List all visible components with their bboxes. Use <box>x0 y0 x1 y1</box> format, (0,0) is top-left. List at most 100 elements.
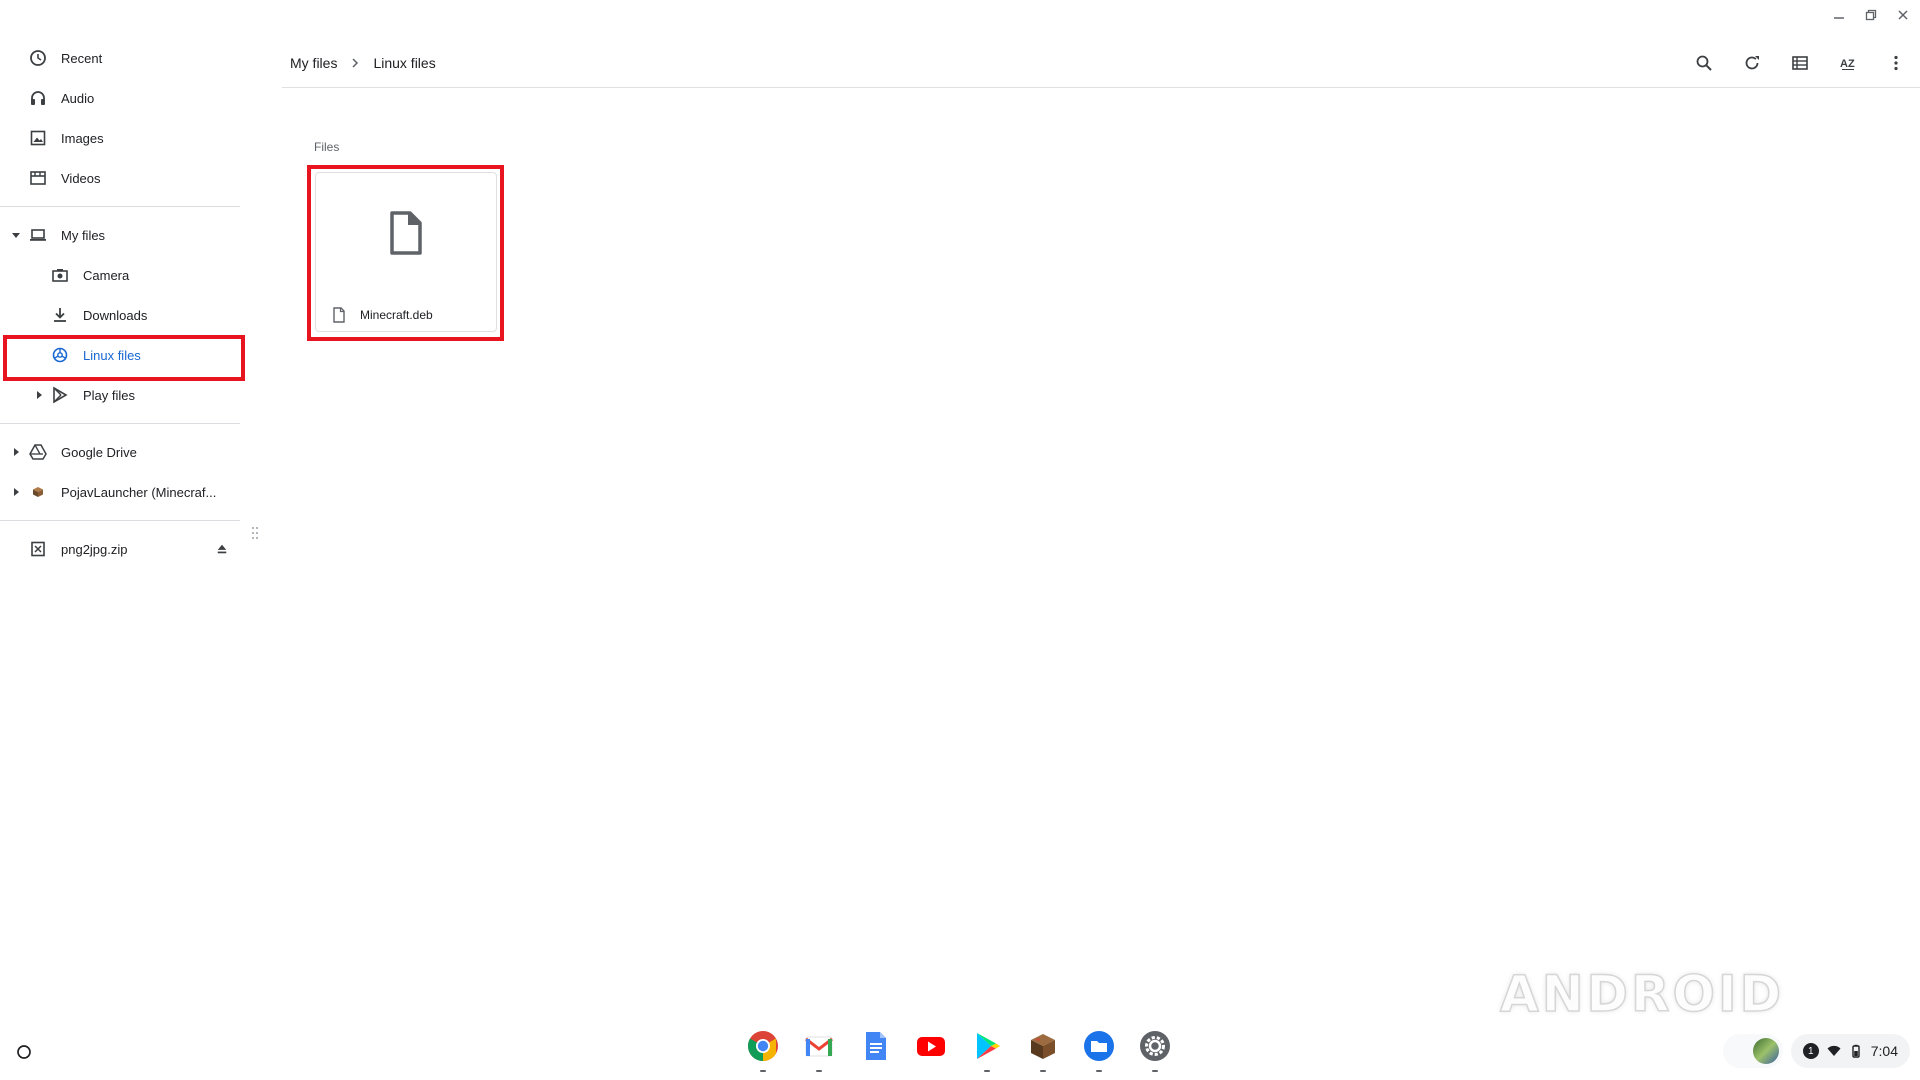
file-name: Minecraft.deb <box>360 308 433 322</box>
file-icon <box>333 307 345 323</box>
sidebar-item-linux-files[interactable]: Linux files <box>0 335 245 375</box>
sidebar-item-label: PojavLauncher (Minecraf... <box>61 484 217 500</box>
sidebar-item-label: Camera <box>83 267 130 283</box>
launcher-icon <box>17 1045 31 1059</box>
shelf-app-minecraft[interactable] <box>1025 1028 1061 1072</box>
sidebar-item-camera[interactable]: Camera <box>0 255 245 295</box>
minecraft-icon <box>1031 1034 1055 1059</box>
shelf-app-chrome[interactable] <box>745 1028 781 1072</box>
chevron-right-icon[interactable] <box>11 447 21 457</box>
sidebar-item-label: Play files <box>83 387 136 403</box>
eject-icon[interactable] <box>215 542 229 556</box>
sidebar-item-play-files[interactable]: Play files <box>0 375 245 415</box>
clock-time: 7:04 <box>1870 1043 1898 1059</box>
chevron-right-icon[interactable] <box>34 390 44 400</box>
sidebar-divider <box>0 206 240 207</box>
settings-icon <box>1140 1031 1170 1061</box>
shelf-app-play-store[interactable] <box>969 1028 1005 1072</box>
header: My files Linux files AZ <box>282 38 1920 88</box>
clock-icon <box>27 47 49 69</box>
list-view-button[interactable] <box>1786 49 1814 77</box>
file-thumbnail <box>316 173 496 293</box>
sidebar-item-label: Recent <box>61 50 103 66</box>
holding-space-thumbnail <box>1752 1038 1779 1064</box>
sort-icon: AZ <box>1840 58 1855 70</box>
running-indicator <box>1096 1070 1102 1072</box>
more-options-icon <box>1894 55 1898 71</box>
files-icon <box>1084 1031 1114 1061</box>
file-tile-minecraft-deb[interactable]: Minecraft.deb <box>315 172 497 332</box>
sort-button[interactable]: AZ <box>1834 49 1862 77</box>
sidebar-item-pojavlauncher[interactable]: PojavLauncher (Minecraf... <box>0 472 245 512</box>
sidebar-item-label: My files <box>61 227 106 243</box>
section-label-files: Files <box>314 140 340 154</box>
sidebar-item-label: Images <box>61 130 104 146</box>
breadcrumb: My files Linux files <box>282 55 436 71</box>
window-controls <box>1830 6 1912 24</box>
linux-icon <box>49 344 71 366</box>
battery-icon <box>1852 1044 1860 1058</box>
sidebar-item-recent[interactable]: Recent <box>0 38 245 78</box>
shelf-app-files[interactable] <box>1081 1028 1117 1072</box>
sidebar-item-downloads[interactable]: Downloads <box>0 295 245 335</box>
running-indicator <box>1040 1070 1046 1072</box>
shelf-app-gmail[interactable] <box>801 1028 837 1072</box>
holding-space[interactable] <box>1722 1034 1783 1068</box>
zip-icon <box>27 538 49 560</box>
gmail-icon <box>805 1036 833 1057</box>
notification-badge: 1 <box>1802 1043 1819 1059</box>
sidebar-item-videos[interactable]: Videos <box>0 158 245 198</box>
play-store-icon <box>49 384 71 406</box>
docs-icon <box>866 1032 886 1060</box>
sidebar-divider <box>0 423 240 424</box>
chrome-icon <box>747 1031 778 1061</box>
sidebar-item-png2jpg-zip[interactable]: png2jpg.zip <box>0 529 245 569</box>
toolbar: AZ <box>1690 38 1910 88</box>
image-icon <box>27 127 49 149</box>
sidebar-item-audio[interactable]: Audio <box>0 78 245 118</box>
file-name-row: Minecraft.deb <box>332 307 433 323</box>
sidebar: Recent Audio Images Videos My files Came… <box>0 38 245 569</box>
running-indicator <box>760 1070 766 1072</box>
more-options-button[interactable] <box>1882 49 1910 77</box>
sidebar-item-my-files[interactable]: My files <box>0 215 245 255</box>
running-indicator <box>984 1070 990 1072</box>
status-tray: 1 7:04 <box>1722 1034 1910 1068</box>
download-icon <box>49 304 71 326</box>
refresh-button[interactable] <box>1738 49 1766 77</box>
youtube-icon <box>917 1037 945 1056</box>
breadcrumb-linux-files[interactable]: Linux files <box>373 55 435 71</box>
sidebar-item-label: png2jpg.zip <box>61 541 128 557</box>
drive-icon <box>27 441 49 463</box>
maximize-icon[interactable] <box>1862 6 1880 24</box>
shelf: 1 7:04 <box>0 1022 1920 1080</box>
refresh-icon <box>1745 56 1759 70</box>
launcher-button[interactable] <box>12 1040 36 1064</box>
wifi-icon <box>1827 1045 1841 1056</box>
minimize-icon[interactable] <box>1830 6 1848 24</box>
search-button[interactable] <box>1690 49 1718 77</box>
list-view-icon <box>1792 56 1808 70</box>
sidebar-item-label: Google Drive <box>61 444 137 460</box>
chevron-down-icon[interactable] <box>11 230 21 240</box>
sidebar-divider <box>0 520 240 521</box>
headphones-icon <box>27 87 49 109</box>
search-icon <box>1696 55 1712 71</box>
quick-settings[interactable]: 1 7:04 <box>1790 1034 1910 1068</box>
sidebar-item-label: Linux files <box>83 347 141 363</box>
running-indicator <box>816 1070 822 1072</box>
sidebar-item-label: Audio <box>61 90 95 106</box>
laptop-icon <box>27 224 49 246</box>
chevron-right-icon[interactable] <box>11 487 21 497</box>
shelf-app-youtube[interactable] <box>913 1028 949 1064</box>
sidebar-item-images[interactable]: Images <box>0 118 245 158</box>
shelf-app-docs[interactable] <box>857 1028 893 1064</box>
breadcrumb-my-files[interactable]: My files <box>290 55 337 71</box>
shelf-apps <box>745 1028 1173 1072</box>
chevron-right-icon <box>349 57 361 69</box>
sidebar-item-google-drive[interactable]: Google Drive <box>0 432 245 472</box>
play-store-icon <box>977 1033 1000 1059</box>
shelf-app-settings[interactable] <box>1137 1028 1173 1072</box>
sidebar-resize-handle[interactable] <box>250 525 260 541</box>
close-icon[interactable] <box>1894 6 1912 24</box>
